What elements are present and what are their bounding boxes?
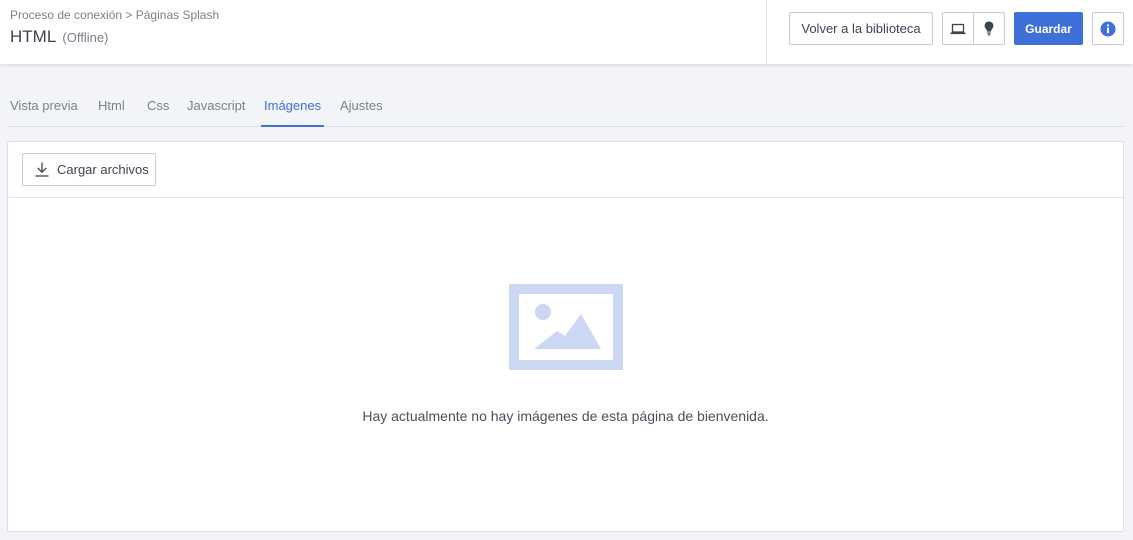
header-divider xyxy=(766,0,767,64)
preview-tools-group xyxy=(942,12,1005,45)
upload-files-label: Cargar archivos xyxy=(57,162,149,177)
tab-css[interactable]: Css xyxy=(147,88,169,127)
page-title-text: HTML xyxy=(10,27,56,46)
upload-files-button[interactable]: Cargar archivos xyxy=(22,153,156,186)
tip-button[interactable] xyxy=(973,13,1004,44)
info-circle-icon xyxy=(1100,21,1116,36)
back-to-library-button[interactable]: Volver a la biblioteca xyxy=(789,12,933,45)
lightbulb-icon xyxy=(984,21,994,36)
tab-javascript[interactable]: Javascript xyxy=(187,88,246,127)
device-preview-button[interactable] xyxy=(943,13,973,44)
tab-imagenes[interactable]: Imágenes xyxy=(261,88,325,127)
download-arrow-icon xyxy=(35,162,49,177)
panel-toolbar: Cargar archivos xyxy=(8,142,1123,198)
tab-vista-previa[interactable]: Vista previa xyxy=(10,88,78,127)
laptop-icon xyxy=(950,23,966,34)
breadcrumb[interactable]: Proceso de conexión > Páginas Splash xyxy=(10,8,219,22)
tab-ajustes[interactable]: Ajustes xyxy=(340,88,383,127)
tab-html[interactable]: Html xyxy=(98,88,125,127)
status-label: (Offline) xyxy=(62,30,109,45)
image-placeholder-icon xyxy=(509,284,623,370)
info-button[interactable] xyxy=(1092,12,1124,45)
images-panel: Cargar archivos Hay actualmente no hay i… xyxy=(7,141,1124,532)
page-header: Proceso de conexión > Páginas Splash HTM… xyxy=(0,0,1133,64)
empty-state-message: Hay actualmente no hay imágenes de esta … xyxy=(362,408,769,424)
tab-bar: Vista previa Html Css Javascript Imágene… xyxy=(8,88,1124,127)
page-title: HTML (Offline) xyxy=(10,27,108,47)
save-button[interactable]: Guardar xyxy=(1014,12,1083,45)
